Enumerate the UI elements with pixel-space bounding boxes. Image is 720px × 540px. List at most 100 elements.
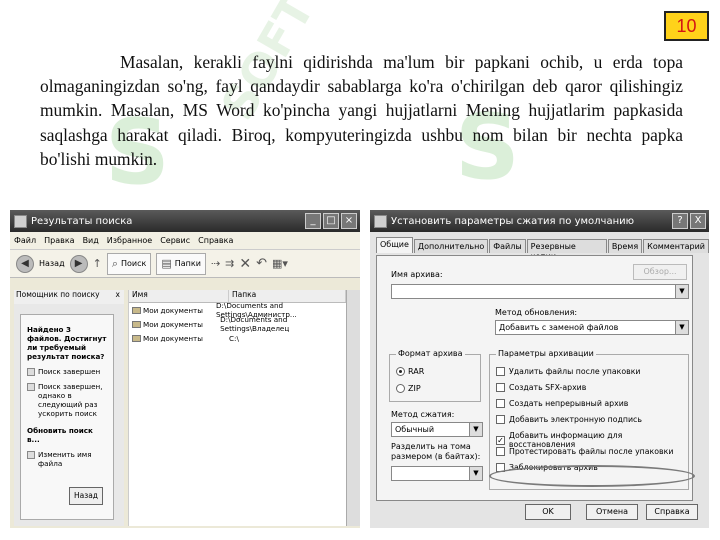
option-label: Создать SFX-архив xyxy=(509,383,587,392)
search-results-window: Результаты поиска _ □ × Файл Правка Вид … xyxy=(10,210,360,528)
row-name: Мои документы xyxy=(143,333,203,343)
search-window-title: Результаты поиска xyxy=(31,215,133,227)
window-icon xyxy=(14,214,27,228)
tab-time[interactable]: Время xyxy=(607,239,643,253)
menu-file[interactable]: Файл xyxy=(14,236,36,245)
radio-label: ZIP xyxy=(408,384,421,393)
option-create-sfx[interactable]: Создать SFX-архив xyxy=(496,383,586,392)
back-label[interactable]: Назад xyxy=(39,259,65,268)
forward-arrow-icon[interactable]: ▶ xyxy=(69,254,88,273)
menu-favorites[interactable]: Избранное xyxy=(107,236,152,245)
search-window-titlebar[interactable]: Результаты поиска _ □ × xyxy=(10,210,360,232)
group-title: Формат архива xyxy=(396,349,465,358)
folders-button[interactable]: ▤ Папки xyxy=(156,252,206,275)
assistant-back-button[interactable]: Назад xyxy=(69,487,103,505)
option-search-done[interactable]: Поиск завершен xyxy=(27,367,107,376)
option-test-after[interactable]: Протестировать файлы после упаковки xyxy=(496,447,673,456)
option-solid[interactable]: Создать непрерывный архив xyxy=(496,399,628,408)
chevron-down-icon[interactable]: ▼ xyxy=(469,423,482,436)
tab-files[interactable]: Файлы xyxy=(489,239,526,253)
table-row[interactable]: Мои документы D:\Documents and Settings\… xyxy=(129,315,346,333)
chevron-down-icon[interactable]: ▼ xyxy=(469,467,482,480)
option-change-filename[interactable]: Изменить имя файла xyxy=(27,450,107,468)
update-method-value: Добавить с заменой файлов xyxy=(499,323,619,332)
menu-edit[interactable]: Правка xyxy=(44,236,74,245)
menu-tools[interactable]: Сервис xyxy=(160,236,190,245)
arrow-icon xyxy=(27,383,35,391)
option-label: Поиск завершен, однако в следующий раз у… xyxy=(38,382,103,418)
copy-to-icon[interactable]: ⇉ xyxy=(225,257,234,270)
archive-format-group: Формат архива RAR ZIP xyxy=(389,349,481,402)
split-volumes-select[interactable]: ▼ xyxy=(391,466,483,481)
menu-view[interactable]: Вид xyxy=(83,236,99,245)
maximize-button[interactable]: □ xyxy=(323,213,339,229)
option-delete-after[interactable]: Удалить файлы после упаковки xyxy=(496,367,640,376)
option-signature[interactable]: Добавить электронную подпись xyxy=(496,415,642,424)
table-row[interactable]: Мои документы C:\ xyxy=(129,331,346,345)
option-label: Поиск завершен xyxy=(38,367,101,376)
vertical-scrollbar[interactable] xyxy=(346,290,360,526)
row-name: Мои документы xyxy=(143,305,203,315)
chevron-down-icon[interactable]: ▼ xyxy=(675,285,688,298)
arrow-icon xyxy=(27,368,35,376)
slide-number: 10 xyxy=(664,11,709,41)
archive-dialog-titlebar[interactable]: Установить параметры сжатия по умолчанию… xyxy=(370,210,709,232)
search-icon: ⌕ xyxy=(111,256,118,270)
checkbox[interactable] xyxy=(496,367,505,376)
compression-method-select[interactable]: Обычный ▼ xyxy=(391,422,483,437)
folder-icon xyxy=(132,320,141,328)
split-volumes-label: Разделить на тома размером (в байтах): xyxy=(391,442,481,461)
views-icon[interactable]: ▦▾ xyxy=(272,257,288,270)
close-button[interactable]: X xyxy=(690,213,706,229)
dialog-tabs: Общие Дополнительно Файлы Резервные копи… xyxy=(376,237,709,261)
arrow-icon xyxy=(27,451,35,459)
tab-advanced[interactable]: Дополнительно xyxy=(413,239,489,253)
checkbox[interactable] xyxy=(496,447,505,456)
archive-dialog-title: Установить параметры сжатия по умолчанию xyxy=(391,215,635,227)
update-method-label: Метод обновления: xyxy=(495,308,578,317)
pane-close-button[interactable]: x xyxy=(116,290,120,304)
folders-button-label: Папки xyxy=(174,259,201,268)
menu-help[interactable]: Справка xyxy=(198,236,233,245)
search-button[interactable]: ⌕ Поиск xyxy=(106,252,152,275)
option-label: Протестировать файлы после упаковки xyxy=(509,447,674,456)
row-name: Мои документы xyxy=(143,319,203,329)
chevron-down-icon[interactable]: ▼ xyxy=(675,321,688,334)
compression-method-label: Метод сжатия: xyxy=(391,410,455,419)
menu-bar: Файл Правка Вид Избранное Сервис Справка xyxy=(10,232,360,250)
row-folder: D:\Documents and Settings\Владелец xyxy=(220,315,290,333)
format-zip-radio[interactable]: ZIP xyxy=(396,384,421,393)
radio-icon xyxy=(396,367,405,376)
tab-backup[interactable]: Резервные копии xyxy=(526,239,607,261)
option-search-faster[interactable]: Поиск завершен, однако в следующий раз у… xyxy=(27,382,107,418)
row-folder: C:\ xyxy=(229,333,239,343)
checkbox[interactable] xyxy=(496,399,505,408)
folder-icon xyxy=(132,306,141,314)
toolbar: ◀ Назад ▶ ↑ ⌕ Поиск ▤ Папки ⇢ ⇉ ✕ ↶ ▦▾ xyxy=(10,250,360,278)
ok-button[interactable]: OK xyxy=(525,504,571,520)
option-label: Создать непрерывный архив xyxy=(509,399,629,408)
tab-comment[interactable]: Комментарий xyxy=(643,239,709,253)
format-rar-radio[interactable]: RAR xyxy=(396,367,424,376)
minimize-button[interactable]: _ xyxy=(305,213,321,229)
back-arrow-icon[interactable]: ◀ xyxy=(16,254,34,273)
column-name[interactable]: Имя xyxy=(129,290,229,302)
up-folder-icon[interactable]: ↑ xyxy=(93,257,102,270)
general-tab-panel: Имя архива: Обзор... ▼ Метод обновления:… xyxy=(376,255,695,501)
update-method-select[interactable]: Добавить с заменой файлов ▼ xyxy=(495,320,689,335)
close-button[interactable]: × xyxy=(341,213,357,229)
help-dialog-button[interactable]: Справка xyxy=(646,504,698,520)
checkbox[interactable] xyxy=(496,383,505,392)
checkbox-checked[interactable]: ✓ xyxy=(496,435,505,445)
browse-button[interactable]: Обзор... xyxy=(633,264,687,280)
highlight-oval xyxy=(489,465,695,487)
undo-icon[interactable]: ↶ xyxy=(256,256,267,271)
cancel-button[interactable]: Отмена xyxy=(586,504,638,520)
move-to-icon[interactable]: ⇢ xyxy=(211,257,220,270)
checkbox[interactable] xyxy=(496,415,505,424)
archive-name-input[interactable]: ▼ xyxy=(391,284,689,299)
folder-icon xyxy=(132,334,141,342)
delete-icon[interactable]: ✕ xyxy=(239,256,251,272)
tab-general[interactable]: Общие xyxy=(376,237,413,253)
help-button[interactable]: ? xyxy=(672,213,688,229)
